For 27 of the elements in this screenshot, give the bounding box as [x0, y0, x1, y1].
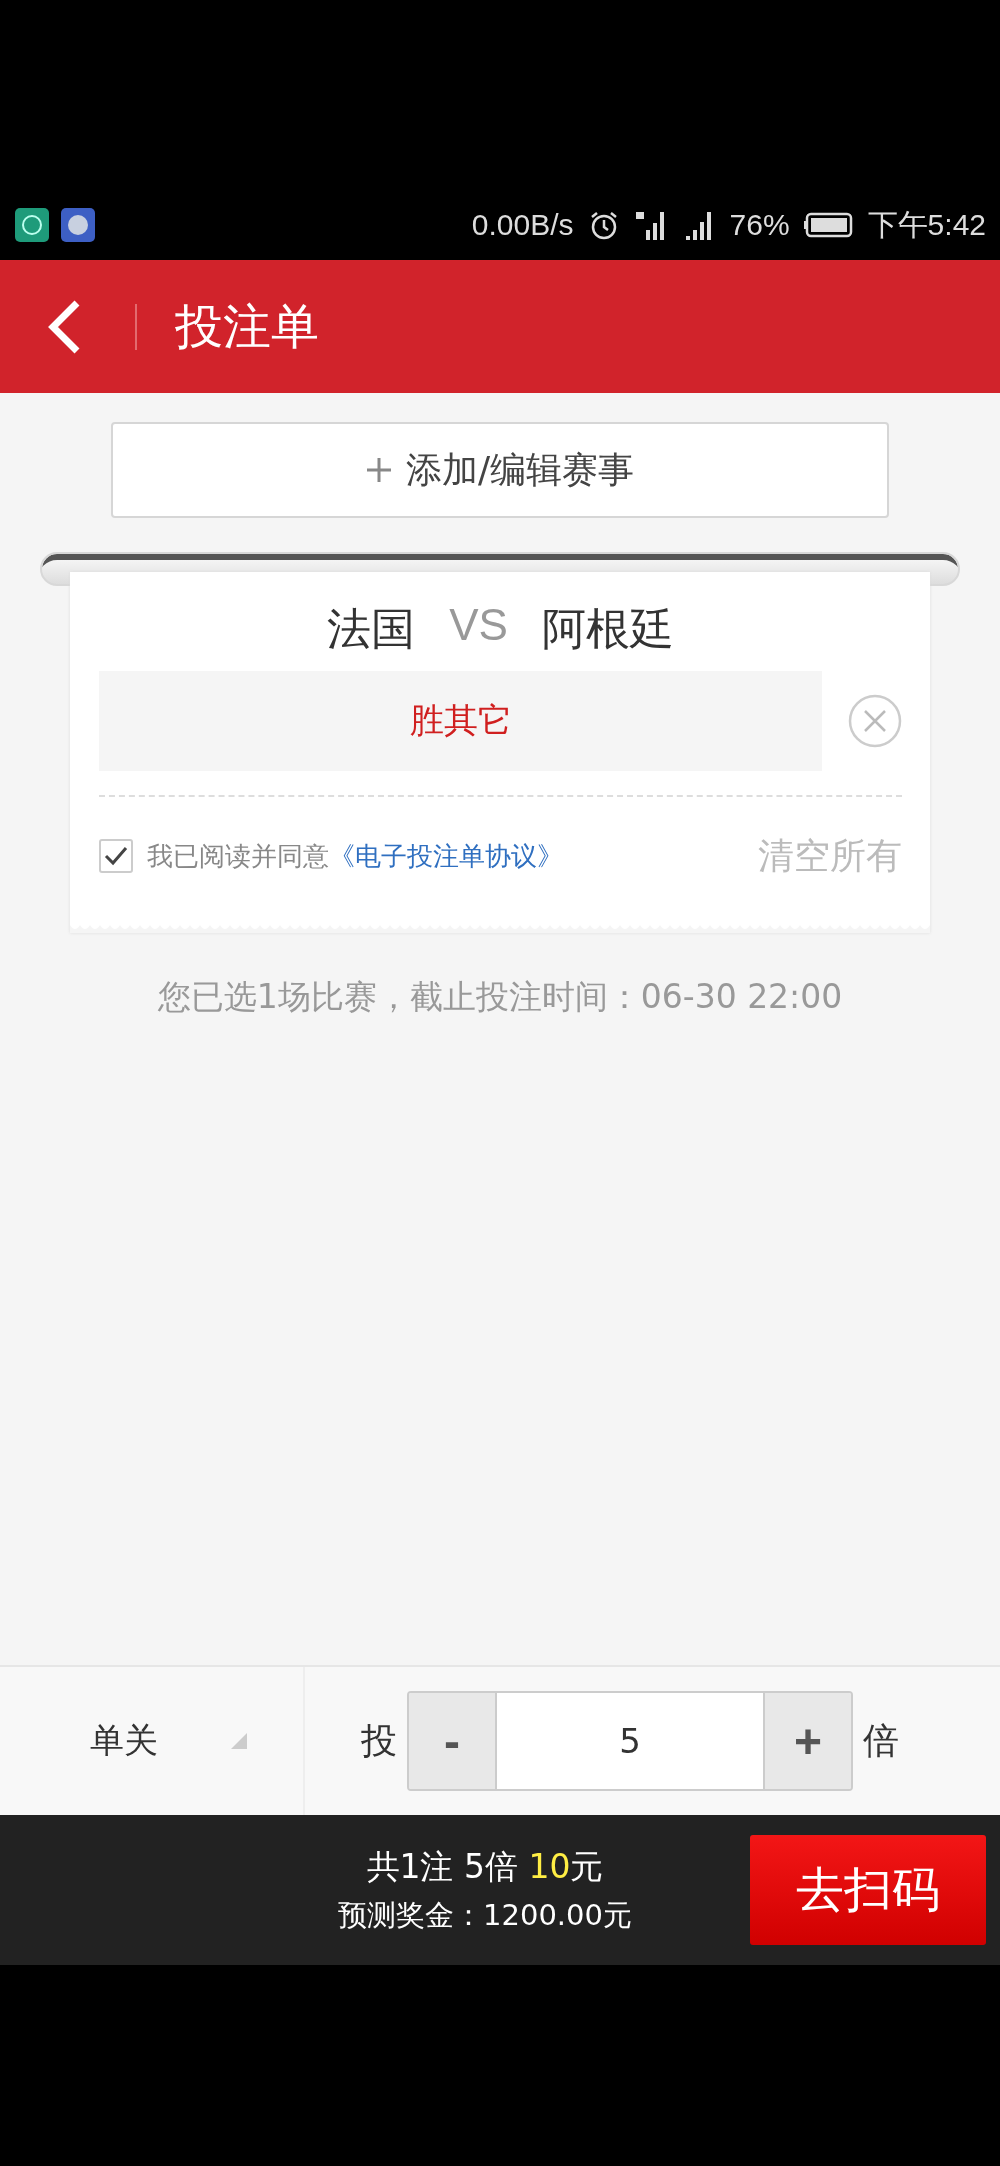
app-icon: [61, 208, 95, 242]
check-icon: [103, 845, 129, 867]
add-edit-button[interactable]: 添加/编辑赛事: [111, 422, 889, 518]
agreement-checkbox[interactable]: [99, 839, 133, 873]
decrease-button[interactable]: -: [409, 1693, 495, 1789]
agreement-link[interactable]: 《电子投注单协议》: [329, 838, 563, 874]
estimated-prize: 预测奖金：1200.00元: [338, 1896, 632, 1934]
bet-summary: 共1注 5倍 10元: [366, 1845, 604, 1888]
dropdown-triangle-icon: [231, 1733, 247, 1749]
selection-chip[interactable]: 胜其它: [99, 671, 822, 771]
battery-icon: [803, 212, 854, 238]
vs-label: VS: [449, 600, 508, 651]
battery-percent: 76%: [729, 208, 790, 242]
increase-button[interactable]: +: [765, 1693, 851, 1789]
team-name: 法国: [327, 602, 416, 656]
alarm-app-icon: [15, 208, 49, 242]
multiplier-suffix: 倍: [863, 1718, 899, 1763]
agreement-text: 我已阅读并同意: [147, 839, 329, 873]
plus-icon: [365, 457, 392, 483]
clock-time: 下午5:42: [867, 206, 986, 243]
page-title: 投注单: [175, 296, 319, 356]
multiplier-prefix: 投: [361, 1718, 397, 1763]
network-speed: 0.00B/s: [471, 208, 574, 242]
info-text: 您已选1场比赛，截止投注时间：06-30 22:00: [157, 976, 843, 1018]
scan-button[interactable]: 去扫码: [750, 1835, 986, 1945]
multiplier-input[interactable]: 5: [495, 1693, 765, 1789]
team-name: 阿根廷: [541, 602, 674, 656]
